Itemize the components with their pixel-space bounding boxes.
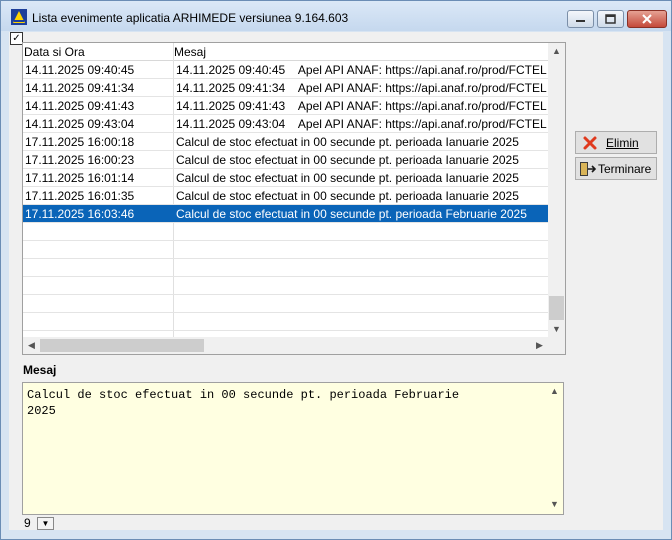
cell-message: Calcul de stoc efectuat in 00 secunde pt… [176, 171, 519, 185]
app-window: Lista evenimente aplicatia ARHIMEDE vers… [0, 0, 672, 540]
table-row[interactable]: 14.11.2025 09:41:43 14.11.2025 09:41:43 A… [23, 97, 548, 115]
cell-date: 14.11.2025 09:41:43 [25, 99, 135, 113]
cell-message: 14.11.2025 09:43:04 Apel API ANAF: https… [176, 117, 547, 131]
cell-message: 14.11.2025 09:41:43 Apel API ANAF: https… [176, 99, 547, 113]
scroll-corner [548, 337, 565, 354]
memo-scroll-down-icon[interactable]: ▼ [546, 499, 563, 509]
cell-date: 17.11.2025 16:00:18 [25, 135, 135, 149]
cell-date: 17.11.2025 16:03:46 [25, 207, 135, 221]
column-header-date[interactable]: Data si Ora [24, 45, 85, 59]
cell-date: 14.11.2025 09:40:45 [25, 63, 135, 77]
close-icon [642, 14, 652, 24]
table-row[interactable]: 14.11.2025 09:43:04 14.11.2025 09:43:04 A… [23, 115, 548, 133]
red-x-icon [583, 136, 597, 150]
memo-scrollbar[interactable]: ▲ ▼ [546, 383, 563, 514]
cell-date: 14.11.2025 09:41:34 [25, 81, 135, 95]
table-row[interactable]: 14.11.2025 09:40:45 14.11.2025 09:40:45 A… [23, 61, 548, 79]
table-row[interactable]: 17.11.2025 16:00:23 Calcul de stoc efectu… [23, 151, 548, 169]
memo-scroll-up-icon[interactable]: ▲ [546, 386, 563, 396]
table-row[interactable]: 17.11.2025 16:00:18 Calcul de stoc efectu… [23, 133, 548, 151]
cell-date: 17.11.2025 16:01:35 [25, 189, 135, 203]
cell-message: 14.11.2025 09:41:34 Apel API ANAF: https… [176, 81, 547, 95]
minimize-icon [576, 20, 585, 22]
vertical-scrollbar[interactable]: ▲ ▼ [548, 43, 565, 337]
empty-table-row[interactable] [23, 259, 548, 277]
message-section-label: Mesaj [23, 363, 57, 377]
title-bar[interactable]: Lista evenimente aplicatia ARHIMEDE vers… [1, 1, 671, 31]
cell-message: Calcul de stoc efectuat in 00 secunde pt… [176, 189, 519, 203]
window-title: Lista evenimente aplicatia ARHIMEDE vers… [32, 11, 349, 25]
terminate-button[interactable]: Terminare [575, 157, 657, 180]
cell-message: Calcul de stoc efectuat in 00 secunde pt… [176, 135, 519, 149]
delete-button-label: Elimin [606, 136, 639, 150]
cell-date: 17.11.2025 16:00:23 [25, 153, 135, 167]
table-row[interactable]: 17.11.2025 16:01:14 Calcul de stoc efectu… [23, 169, 548, 187]
message-memo[interactable]: Calcul de stoc efectuat in 00 secunde pt… [22, 382, 564, 515]
cell-date: 17.11.2025 16:01:14 [25, 171, 135, 185]
cell-date: 14.11.2025 09:43:04 [25, 117, 135, 131]
scroll-up-icon[interactable]: ▲ [548, 46, 565, 56]
delete-button[interactable]: Elimin [575, 131, 657, 154]
font-size-selector[interactable]: 9 ▼ [22, 516, 54, 530]
empty-table-row[interactable] [23, 295, 548, 313]
font-size-value: 9 [24, 516, 31, 530]
cell-message: 14.11.2025 09:40:45 Apel API ANAF: https… [176, 63, 547, 77]
dropdown-arrow-icon[interactable]: ▼ [37, 517, 54, 530]
minimize-button[interactable] [567, 10, 594, 28]
table-row[interactable]: 17.11.2025 16:01:35 Calcul de stoc efectu… [23, 187, 548, 205]
scroll-right-icon[interactable]: ▶ [531, 340, 548, 351]
close-button[interactable] [627, 10, 667, 28]
empty-table-row[interactable] [23, 241, 548, 259]
maximize-button[interactable] [597, 10, 624, 28]
cell-message: Calcul de stoc efectuat in 00 secunde pt… [176, 207, 527, 221]
vertical-scroll-thumb[interactable] [549, 296, 564, 320]
client-area: ✓ Data si Ora Mesaj 14.11.2025 09:40:45 1… [9, 32, 663, 530]
maximize-icon [605, 14, 616, 24]
message-memo-text: Calcul de stoc efectuat in 00 secunde pt… [27, 388, 460, 418]
events-grid[interactable]: Data si Ora Mesaj 14.11.2025 09:40:45 14.… [22, 42, 566, 355]
table-row[interactable]: 17.11.2025 16:03:46 Calcul de stoc efectu… [23, 205, 548, 223]
table-row[interactable]: 14.11.2025 09:41:34 14.11.2025 09:41:34 A… [23, 79, 548, 97]
empty-table-row[interactable] [23, 277, 548, 295]
horizontal-scrollbar[interactable]: ◀ ▶ [23, 337, 548, 354]
scroll-down-icon[interactable]: ▼ [548, 324, 565, 334]
arhimede-logo-icon [11, 9, 27, 25]
cell-message: Calcul de stoc efectuat in 00 secunde pt… [176, 153, 519, 167]
scroll-left-icon[interactable]: ◀ [23, 340, 40, 351]
empty-table-row[interactable] [23, 313, 548, 331]
exit-door-icon [580, 162, 597, 176]
terminate-button-label: Terminare [598, 162, 652, 176]
empty-table-row[interactable] [23, 223, 548, 241]
grid-header: Data si Ora Mesaj [23, 43, 548, 61]
column-header-message[interactable]: Mesaj [174, 45, 206, 59]
horizontal-scroll-thumb[interactable] [40, 339, 204, 352]
